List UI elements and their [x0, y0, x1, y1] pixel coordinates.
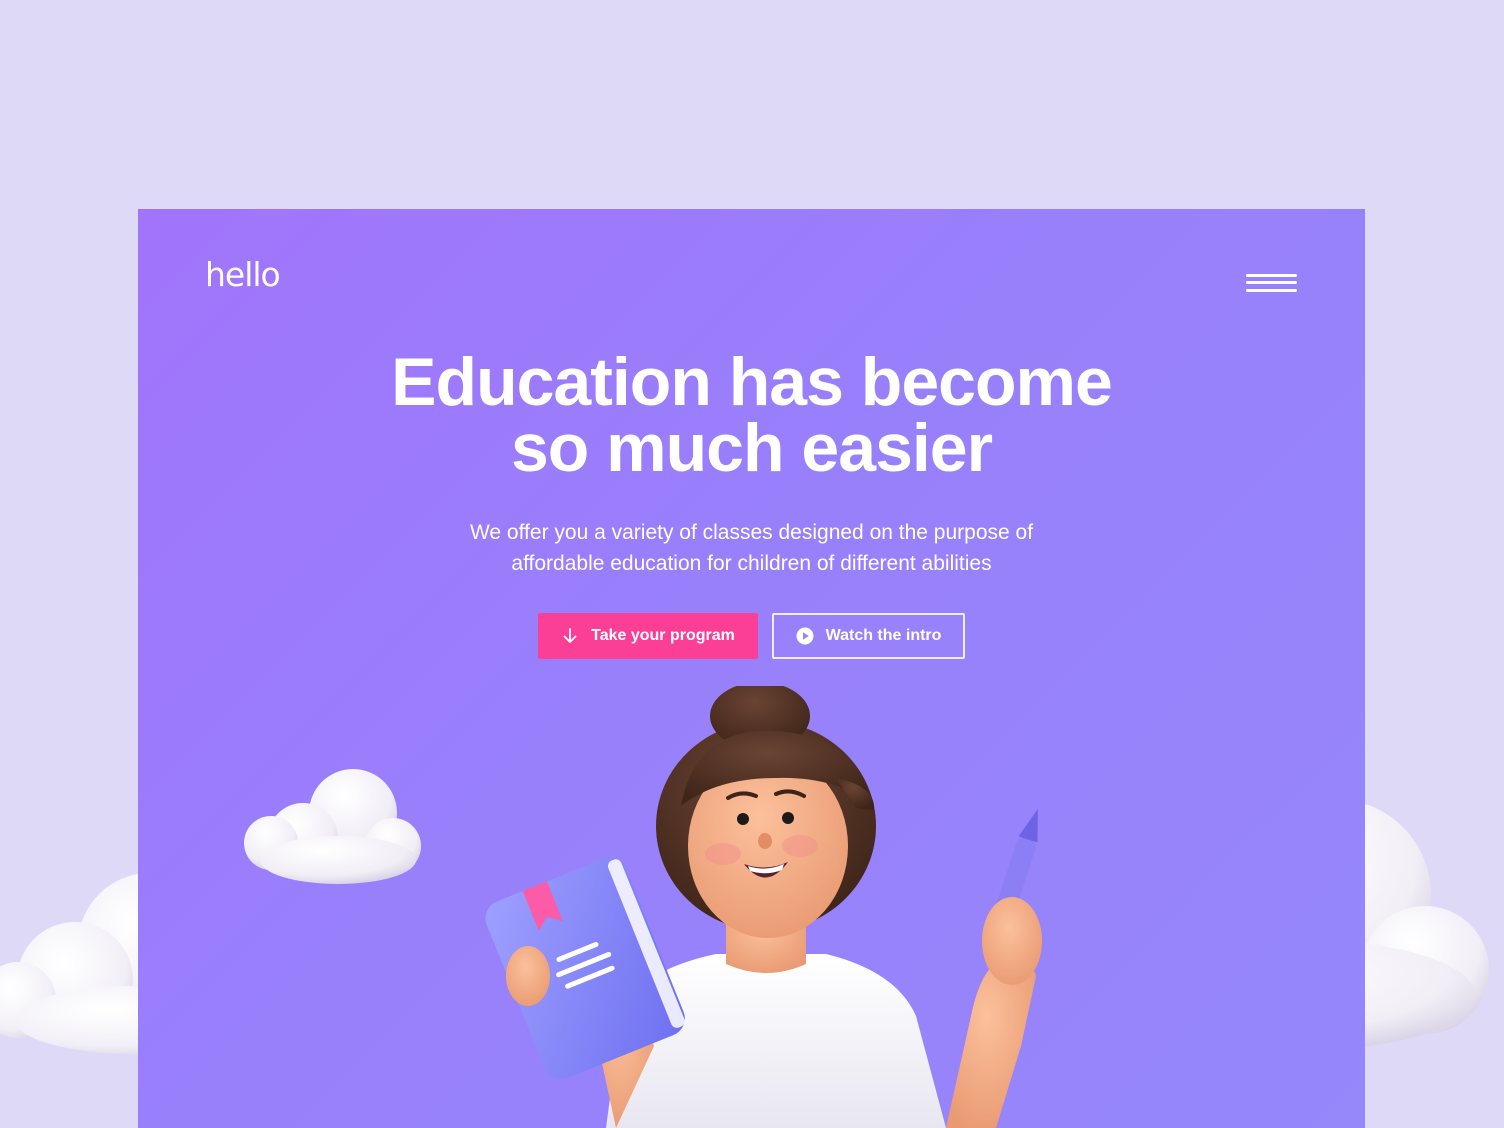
play-circle-icon: [796, 627, 814, 645]
page: hello Education has become so much easie…: [0, 0, 1504, 1128]
hamburger-menu-icon[interactable]: [1244, 272, 1298, 296]
menu-line: [1246, 274, 1297, 277]
watch-intro-button-label: Watch the intro: [825, 627, 942, 644]
hero-headline: Education has become so much easier: [138, 344, 1365, 486]
hero-headline-line-1: Education has become: [391, 344, 1113, 420]
hero-subtext-line-2: affordable education for children of dif…: [511, 552, 992, 575]
student-illustration: [485, 686, 1042, 1128]
arrow-down-icon: [561, 627, 579, 645]
hero-subtext-line-1: We offer you a variety of classes design…: [469, 521, 1034, 544]
menu-line: [1246, 289, 1297, 292]
cloud-illustration-small: [244, 769, 421, 884]
take-program-button[interactable]: Take your program: [538, 613, 758, 659]
hero-subtext: We offer you a variety of classes design…: [138, 517, 1365, 579]
menu-line: [1246, 281, 1297, 284]
watch-intro-button[interactable]: Watch the intro: [772, 613, 965, 659]
take-program-button-label: Take your program: [591, 627, 735, 644]
hero-headline-line-2: so much easier: [510, 410, 993, 486]
brand-logo[interactable]: hello: [205, 255, 281, 294]
